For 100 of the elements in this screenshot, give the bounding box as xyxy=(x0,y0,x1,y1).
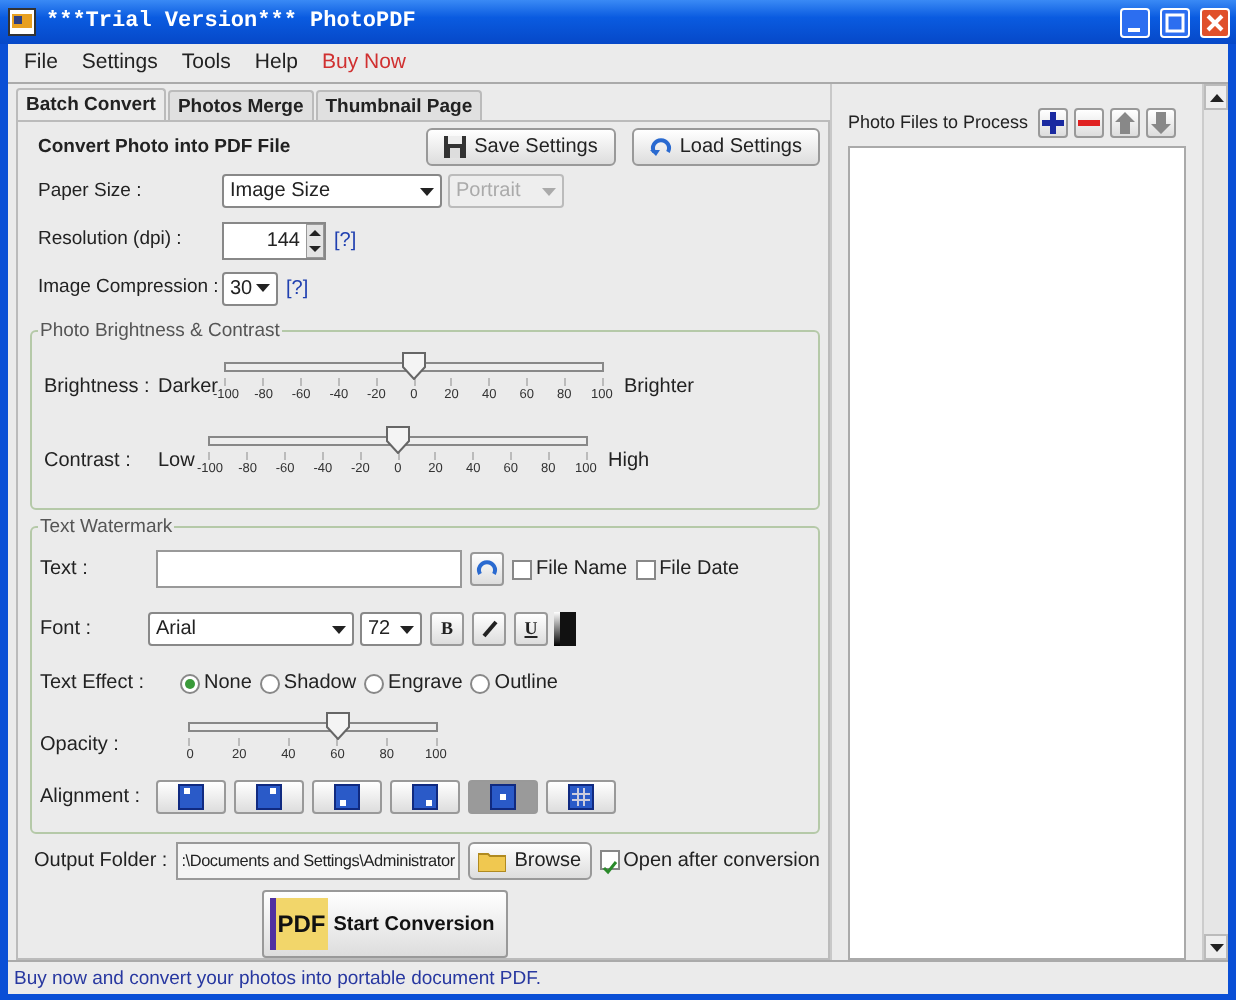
caret-icon xyxy=(256,284,270,293)
alignment-icon xyxy=(334,784,360,811)
plus-icon xyxy=(1040,110,1067,136)
alignment-icon xyxy=(178,784,204,811)
menu-item[interactable]: Buy Now xyxy=(310,47,419,79)
maximize-button[interactable] xyxy=(1160,7,1190,37)
menu-item[interactable]: Settings xyxy=(69,47,170,79)
radio-label[interactable]: None xyxy=(204,668,252,699)
tab[interactable]: Photos Merge xyxy=(167,90,314,120)
minimize-button[interactable] xyxy=(1120,7,1150,37)
alignment-button[interactable] xyxy=(468,780,538,815)
load-settings-button[interactable]: Load Settings xyxy=(631,128,820,167)
scrollbar[interactable] xyxy=(1202,84,1228,960)
alignment-button[interactable] xyxy=(546,780,616,815)
slider-thumb[interactable] xyxy=(325,711,350,740)
field-label: Image Compression : xyxy=(38,274,221,303)
radio-button[interactable] xyxy=(180,673,200,694)
alignment-button[interactable] xyxy=(312,780,382,815)
menu-item[interactable]: File xyxy=(12,47,70,79)
caret-icon xyxy=(542,187,556,196)
refresh-icon xyxy=(649,136,672,159)
radio-label[interactable]: Engrave xyxy=(388,668,463,699)
field-label: Alignment : xyxy=(40,784,143,813)
panel-heading: Convert Photo into PDF File xyxy=(36,133,293,162)
alignment-icon xyxy=(412,784,438,811)
move-down-button[interactable] xyxy=(1146,108,1177,138)
slider-max-label: Brighter xyxy=(624,373,695,402)
resolution-spinner[interactable]: 144 xyxy=(222,221,326,260)
checkbox[interactable] xyxy=(512,559,532,580)
slash-icon xyxy=(480,620,498,639)
compression-dropdown[interactable]: 30 xyxy=(222,271,278,306)
scroll-up-icon[interactable] xyxy=(1209,93,1223,101)
radio-label[interactable]: Outline xyxy=(494,668,558,699)
group-title: Photo Brightness & Contrast xyxy=(38,317,282,346)
checkbox-label[interactable]: File Name xyxy=(536,554,628,585)
scroll-down-icon[interactable] xyxy=(1209,943,1223,951)
checkbox-label[interactable]: Open after conversion xyxy=(623,845,820,876)
alignment-button[interactable] xyxy=(390,780,460,815)
move-up-button[interactable] xyxy=(1110,108,1141,138)
save-settings-button[interactable]: Save Settings xyxy=(426,128,616,167)
app-icon xyxy=(8,8,36,36)
checkbox-label[interactable]: File Date xyxy=(659,554,740,585)
radio-label[interactable]: Shadow xyxy=(283,668,357,699)
bold-button[interactable]: B xyxy=(430,612,464,647)
color-swatch[interactable] xyxy=(554,612,576,647)
close-button[interactable] xyxy=(1200,7,1230,37)
menu-item[interactable]: Tools xyxy=(169,47,243,79)
field-label: Paper Size : xyxy=(38,177,144,206)
caret-icon xyxy=(400,625,414,634)
checkbox[interactable] xyxy=(635,559,656,580)
radio-button[interactable] xyxy=(259,673,280,694)
field-label: Output Folder : xyxy=(34,847,168,876)
field-label: Font : xyxy=(40,616,94,645)
close-icon xyxy=(1202,9,1228,35)
down-arrow-icon xyxy=(1148,110,1175,136)
field-label: Brightness : xyxy=(44,373,152,402)
alignment-button[interactable] xyxy=(234,780,304,815)
status-bar: Buy now and convert your photos into portable document PDF. xyxy=(8,960,1228,994)
font-size-dropdown[interactable]: 72 xyxy=(360,612,422,647)
menu-item[interactable]: Help xyxy=(242,47,310,79)
alignment-icon xyxy=(490,784,516,811)
slider-thumb[interactable] xyxy=(386,425,410,454)
help-link[interactable]: [?] xyxy=(334,225,357,256)
window-title: ***Trial Version*** PhotoPDF xyxy=(46,7,418,38)
paper-size-dropdown[interactable]: Image Size xyxy=(222,174,442,209)
alignment-icon xyxy=(568,784,594,811)
alignment-button[interactable] xyxy=(156,780,226,815)
radio-button[interactable] xyxy=(470,673,491,694)
browse-button[interactable]: Browse xyxy=(468,841,592,880)
up-arrow-icon xyxy=(1112,110,1139,136)
field-label: Opacity : xyxy=(40,731,121,760)
radio-button[interactable] xyxy=(364,673,385,694)
spinner-arrows-icon[interactable] xyxy=(306,223,324,258)
checkbox[interactable] xyxy=(599,850,620,871)
tab[interactable]: Thumbnail Page xyxy=(315,90,483,120)
slider-max-label: High xyxy=(608,447,650,476)
floppy-icon xyxy=(444,136,467,159)
pdf-icon: PDF xyxy=(269,898,328,950)
watermark-text-field[interactable] xyxy=(156,550,462,589)
refresh-icon xyxy=(476,558,498,581)
field-label: Contrast : xyxy=(44,447,133,476)
minimize-icon xyxy=(1127,27,1139,31)
alignment-icon xyxy=(256,784,282,811)
field-label: Text : xyxy=(40,556,90,585)
italic-button[interactable] xyxy=(472,612,506,647)
caret-icon xyxy=(420,187,434,196)
refresh-button[interactable] xyxy=(470,552,504,587)
help-link[interactable]: [?] xyxy=(286,273,309,304)
remove-button[interactable] xyxy=(1074,108,1105,138)
list-title: Photo Files to Process xyxy=(848,109,1029,136)
maximize-icon xyxy=(1162,9,1188,35)
output-folder-field[interactable]: :\Documents and Settings\Administrator xyxy=(175,841,461,880)
font-dropdown[interactable]: Arial xyxy=(148,612,354,647)
field-label: Resolution (dpi) : xyxy=(38,226,184,255)
slider-thumb[interactable] xyxy=(402,351,426,380)
start-conversion-button[interactable]: PDF Start Conversion xyxy=(261,890,509,958)
underline-button[interactable]: U xyxy=(514,612,548,647)
tab[interactable]: Batch Convert xyxy=(16,88,166,120)
folder-icon xyxy=(478,849,507,872)
add-button[interactable] xyxy=(1038,108,1069,138)
